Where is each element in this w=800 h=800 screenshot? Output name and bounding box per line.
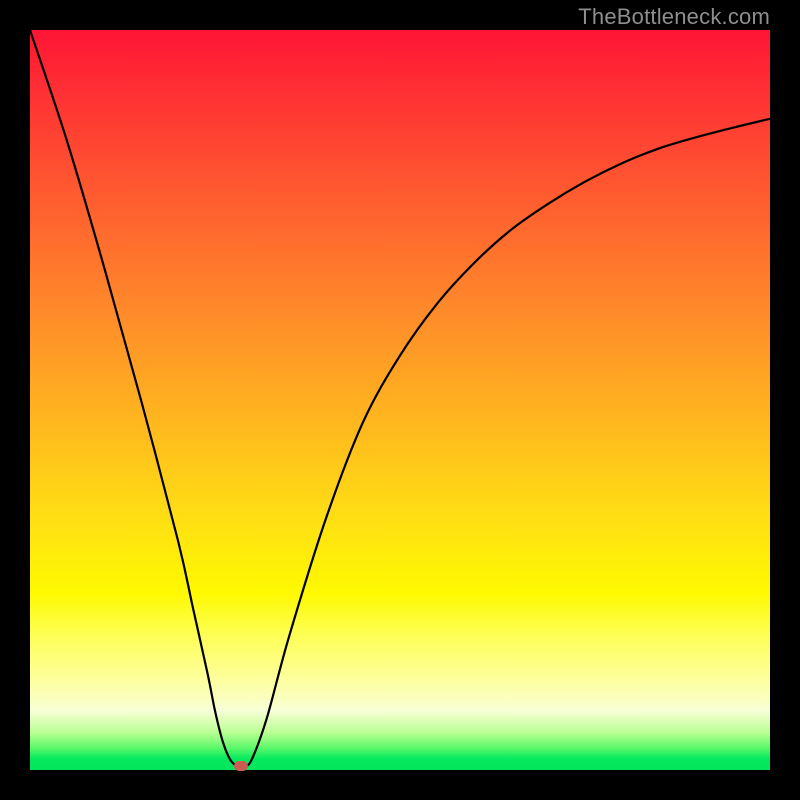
optimum-marker [234,761,248,771]
bottleneck-curve [30,30,770,770]
plot-area [30,30,770,770]
watermark-text: TheBottleneck.com [578,4,770,30]
chart-frame: TheBottleneck.com [0,0,800,800]
